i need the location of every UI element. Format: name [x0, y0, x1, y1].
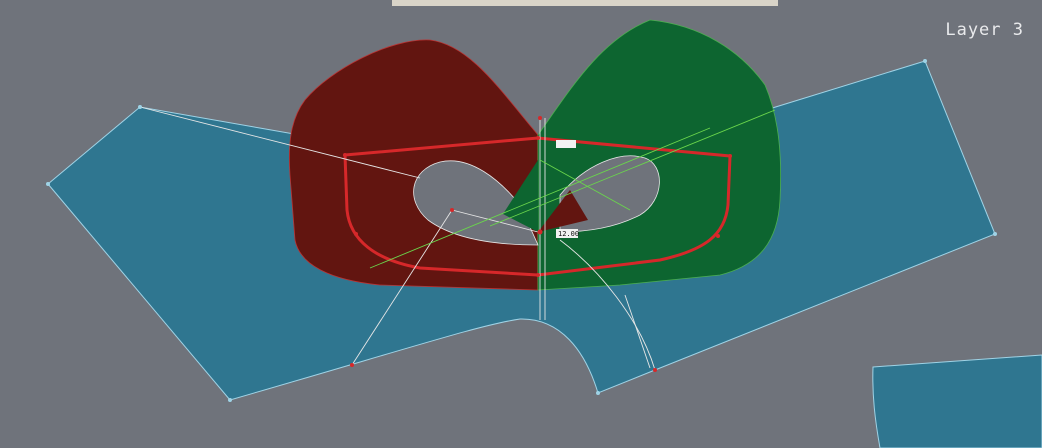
- dimension-label: 12.00: [558, 230, 579, 238]
- canvas-viewport[interactable]: 12.00 Layer 3: [0, 0, 1042, 448]
- layer-label: Layer 3: [945, 20, 1024, 40]
- green-pattern-piece[interactable]: [537, 19, 782, 291]
- teal-pattern-piece-partial[interactable]: [872, 354, 1042, 448]
- red-pattern-piece[interactable]: [288, 39, 539, 291]
- pattern-canvas[interactable]: 12.00: [0, 0, 1042, 448]
- dimension-box-small: [556, 140, 576, 148]
